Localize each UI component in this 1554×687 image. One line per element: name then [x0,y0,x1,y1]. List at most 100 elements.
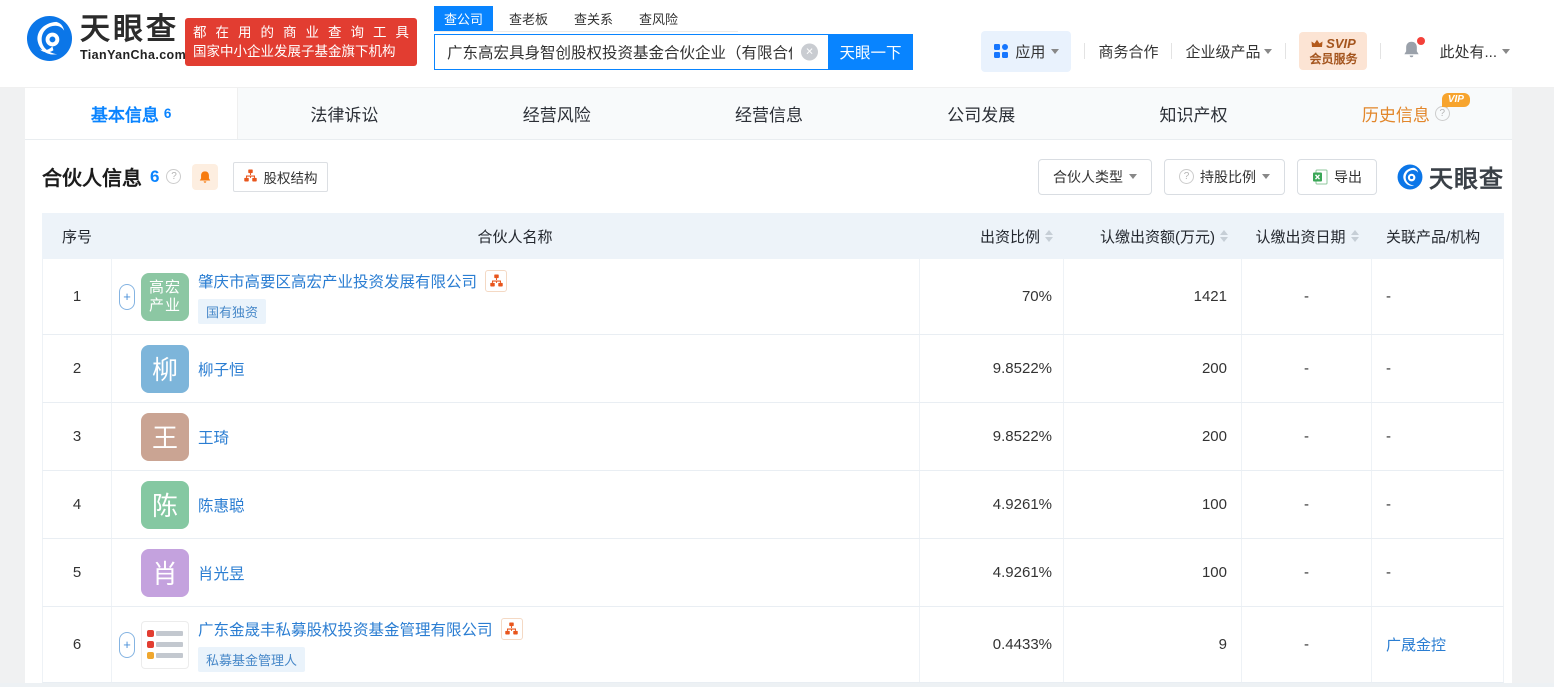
chevron-down-icon [1262,174,1270,183]
grid-icon [994,44,1009,58]
capital-ratio: 4.9261% [919,539,1063,606]
related-product: - [1371,539,1503,606]
tab-3[interactable]: 经营信息 [663,88,875,139]
partner-name-block: 广东金晟丰私募股权投资基金管理有限公司 私募基金管理人 [198,617,523,672]
company-logo[interactable] [141,620,189,669]
tab-6[interactable]: 历史信息 VIP? [1300,88,1512,139]
tianyancha-watermark: 天眼查 [1397,159,1504,194]
column-header-2[interactable]: 出资比例 [920,226,1064,247]
tab-4[interactable]: 公司发展 [875,88,1087,139]
user-menu[interactable]: 此处有... [1439,41,1510,62]
expand-row-button[interactable]: + [119,283,135,310]
export-label: 导出 [1334,168,1362,185]
partner-cell: 柳柳子恒 [111,335,919,402]
equity-chart-icon[interactable] [485,269,508,292]
partner-name-link[interactable]: 肇庆市高要区高宏产业投资发展有限公司 [198,270,477,292]
logo-dot [147,641,154,648]
company-card: 基本信息 6 法律诉讼 经营风险 经营信息 公司发展 知识产权 历史信息 VIP? 合伙人信息 … [25,88,1512,683]
column-header-4[interactable]: 认缴出资日期 [1242,226,1372,247]
tab-5[interactable]: 知识产权 [1087,88,1299,139]
avatar[interactable]: 高宏 产业 [141,272,189,321]
subscribed-amount: 9 [1063,607,1241,682]
column-header-label: 出资比例 [979,228,1040,246]
bell-icon [200,170,211,183]
chevron-down-icon [1051,48,1060,58]
related-product: - [1371,259,1503,334]
subscribed-date: - [1241,471,1371,538]
expand-row-button[interactable]: + [119,631,135,658]
avatar-line: 高宏 [148,278,181,296]
partner-name-link[interactable]: 王琦 [198,426,229,448]
share-ratio-label: 持股比例 [1200,168,1256,185]
search-input[interactable] [434,34,828,70]
equity-structure-button[interactable]: 股权结构 [233,161,329,192]
clear-icon[interactable]: × [801,43,818,61]
subscribed-amount: 200 [1063,403,1241,470]
help-icon[interactable]: ? [166,169,182,184]
sort-icon[interactable] [1220,230,1228,242]
column-header-3[interactable]: 认缴出资额(万元) [1064,226,1242,247]
excel-icon [1313,169,1328,184]
avatar[interactable]: 柳 [141,344,189,393]
business-cooperation-link[interactable]: 商务合作 [1098,41,1158,62]
enterprise-products-link[interactable]: 企业级产品 [1185,41,1273,62]
section-count: 6 [150,166,160,186]
avatar[interactable]: 陈 [141,480,189,529]
equity-structure-label: 股权结构 [263,170,318,186]
avatar[interactable]: 肖 [141,548,189,597]
table-row: 6 + 广东金晟丰私募股权投资基金管理有限公司 私募基金管理人 0.4433% 9- 广晟金… [42,607,1504,683]
org-chart-icon [244,168,258,185]
partner-name-link[interactable]: 广东金晟丰私募股权投资基金管理有限公司 [198,618,493,640]
logo-bar [156,642,183,647]
row-index: 6 [72,636,82,653]
related-product-value: - [1386,496,1391,513]
related-product: - [1371,471,1503,538]
chevron-down-icon [1129,174,1137,183]
search-tab-2[interactable]: 查关系 [564,6,623,31]
subscribed-date: - [1241,259,1371,334]
search-tab-3[interactable]: 查风险 [629,6,688,31]
sort-icon[interactable] [1350,230,1359,242]
row-index: 1 [72,288,82,305]
notification-bell[interactable] [1402,36,1426,63]
partner-type-filter[interactable]: 合伙人类型 [1038,158,1152,195]
search-tab-0[interactable]: 查公司 [434,6,494,31]
chevron-down-icon [1264,48,1273,58]
tab-0[interactable]: 基本信息 6 [25,88,239,139]
user-menu-label: 此处有... [1439,43,1497,61]
partner-name-line: 广东金晟丰私募股权投资基金管理有限公司 [198,617,523,640]
export-button[interactable]: 导出 [1297,158,1377,195]
svip-badge[interactable]: SVIP 会员服务 [1299,32,1368,70]
vip-badge: VIP [1441,93,1470,108]
promo-line2: 国家中小企业发展子基金旗下机构 [193,44,396,59]
related-product-value: - [1386,360,1391,377]
partner-name-link[interactable]: 柳子恒 [198,358,245,380]
share-ratio-filter[interactable]: ? 持股比例 [1164,158,1285,195]
subscribe-bell-button[interactable] [192,163,219,190]
partner-name-link[interactable]: 陈惠聪 [198,494,245,516]
partner-name-link[interactable]: 肖光昱 [198,562,245,584]
related-product-value: - [1386,288,1391,305]
tianyancha-logo[interactable]: 天眼查 TianYanCha.com [26,15,186,62]
tianyancha-logo-icon [26,15,73,62]
apps-menu-button[interactable]: 应用 [981,30,1072,72]
tab-2[interactable]: 经营风险 [451,88,663,139]
divider [1285,43,1287,59]
partner-cell: + 高宏 产业 肇庆市高要区高宏产业投资发展有限公司 国有独资 [111,259,919,334]
column-header-label: 合伙人名称 [477,228,553,246]
tab-1[interactable]: 法律诉讼 [238,88,450,139]
search-button[interactable]: 天眼一下 [828,34,913,70]
table-header-row: 序号 合伙人名称 出资比例 认缴出资额(万元) 认缴出资日期 关联产品/机构 [42,213,1504,259]
related-product-link[interactable]: 广晟金控 [1386,634,1446,655]
promo-line1: 都在用的商业查询工具 [193,25,409,40]
equity-chart-icon[interactable] [500,617,523,640]
tab-label: 知识产权 [1159,106,1228,125]
search-tab-1[interactable]: 查老板 [499,6,558,31]
related-product: - [1371,403,1503,470]
column-header-label: 认缴出资额(万元) [1100,228,1215,246]
capital-ratio: 9.8522% [919,403,1063,470]
sort-icon[interactable] [1045,230,1053,242]
avatar[interactable]: 王 [141,412,189,461]
subscribed-amount: 100 [1063,471,1241,538]
capital-ratio: 70% [919,259,1063,334]
